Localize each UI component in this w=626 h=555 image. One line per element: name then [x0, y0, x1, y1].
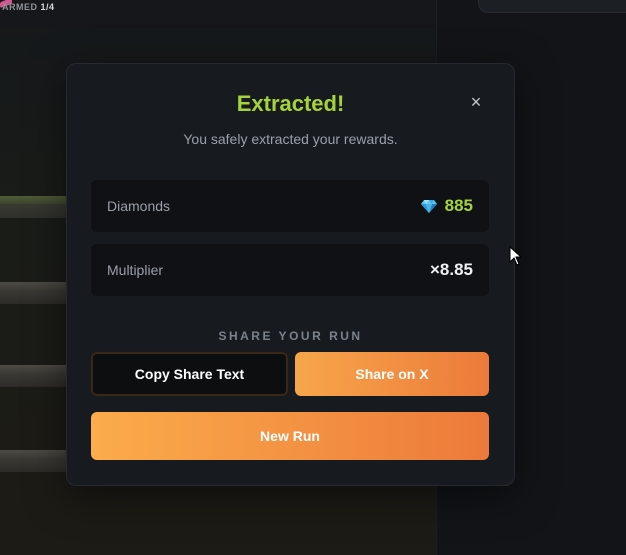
multiplier-value: ×8.85 [429, 260, 473, 279]
stone-ledge [0, 450, 70, 472]
stone-ledge [0, 282, 70, 304]
armed-status: ARMED 1/4 [2, 2, 55, 12]
modal-subtitle: You safely extracted your rewards. [183, 131, 398, 147]
copy-share-text-label: Copy Share Text [134, 366, 245, 382]
share-on-x-button[interactable]: Share on X [295, 352, 489, 396]
stone-ledge [0, 365, 70, 387]
mouse-cursor-icon [509, 246, 523, 266]
diamonds-value: 885 [444, 196, 473, 215]
diamond-icon [420, 200, 437, 213]
armed-label: ARMED [2, 2, 38, 12]
new-run-button[interactable]: New Run [91, 412, 489, 460]
share-on-x-label: Share on X [355, 366, 429, 382]
diamonds-label: Diamonds [107, 198, 171, 214]
multiplier-row: Multiplier ×8.85 [91, 244, 489, 296]
share-heading: SHARE YOUR RUN [218, 329, 363, 343]
multiplier-label: Multiplier [107, 262, 164, 278]
top-card [478, 0, 626, 13]
extracted-modal: × Extracted! You safely extracted your r… [66, 63, 515, 486]
new-run-label: New Run [260, 428, 320, 444]
diamonds-value-group: 885 [420, 196, 473, 216]
diamonds-row: Diamonds 885 [91, 180, 489, 232]
grass-ledge [0, 196, 70, 218]
copy-share-text-button[interactable]: Copy Share Text [91, 352, 288, 396]
armed-count: 1/4 [40, 2, 55, 12]
modal-title: Extracted! [236, 91, 345, 116]
hud-strip [0, 0, 436, 28]
